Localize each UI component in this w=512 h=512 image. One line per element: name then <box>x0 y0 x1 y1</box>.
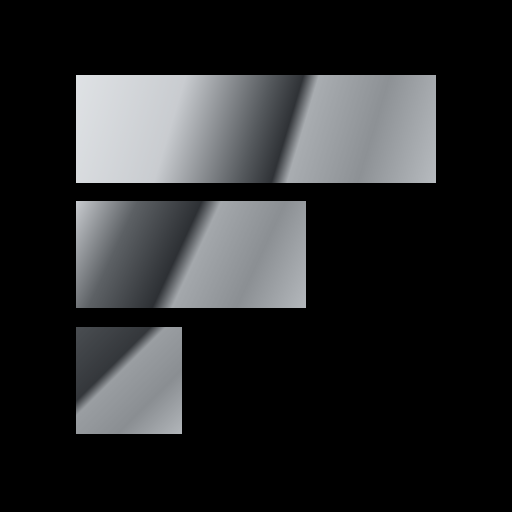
logo-bar-middle <box>76 201 306 308</box>
logo-canvas <box>0 0 512 512</box>
stepped-bars-logo-icon <box>76 75 436 434</box>
logo-bar-bottom <box>76 327 182 434</box>
logo-bar-top <box>76 75 436 183</box>
